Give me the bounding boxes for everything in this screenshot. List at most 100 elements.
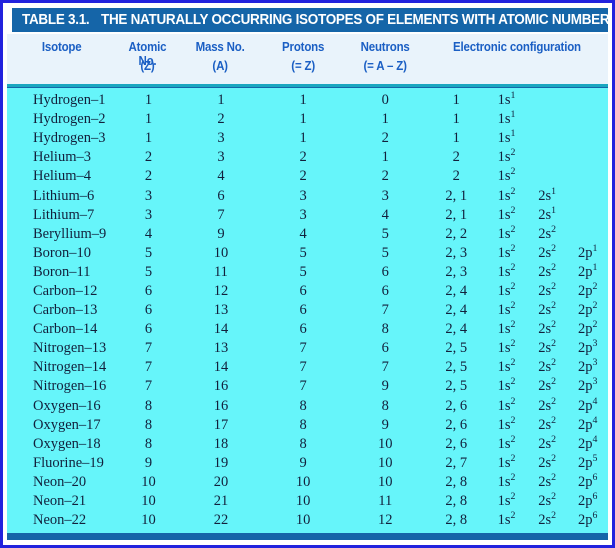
table-row: Lithium–6 3 6 3 3 2, 1 1s2 2s1 <box>7 186 608 205</box>
cell-atomic-no: 7 <box>144 359 153 376</box>
cell-protons: 2 <box>299 149 307 166</box>
cell-orbital-2: 2s2 <box>538 281 557 299</box>
cell-orbital-2: 2s2 <box>538 376 557 395</box>
superscript: 2 <box>510 472 516 484</box>
cell-neutrons: 6 <box>381 263 389 280</box>
cell-atomic-no: 9 <box>144 454 153 471</box>
cell-orbital-2: 2s2 <box>538 414 557 433</box>
cell-orbital-1: 1s2 <box>497 414 516 433</box>
cell-orbital-1: 1s2 <box>497 166 516 185</box>
superscript: 2 <box>551 491 557 503</box>
cell-protons: 9 <box>299 454 307 471</box>
cell-neutrons: 11 <box>378 493 393 510</box>
superscript: 2 <box>510 433 516 445</box>
cell-mass-no: 3 <box>217 130 225 147</box>
cell-mass-no: 13 <box>213 302 229 319</box>
cell-orbital-1: 1s2 <box>497 242 516 261</box>
cell-atomic-no: 1 <box>144 92 153 109</box>
cell-isotope: Oxygen–16 <box>33 397 101 414</box>
cell-mass-no: 2 <box>217 111 225 128</box>
cell-orbital-3: 2p2 <box>578 319 598 338</box>
cell-orbital-3: 2p4 <box>578 395 598 414</box>
superscript: 2 <box>510 414 516 426</box>
superscript: 2 <box>510 395 516 407</box>
table-row: Oxygen–18 8 18 8 10 2, 6 1s2 2s2 2p4 <box>7 433 608 454</box>
cell-neutrons: 9 <box>381 378 389 395</box>
cell-shell-distribution: 2, 8 <box>445 512 468 529</box>
cell-atomic-no: 3 <box>144 206 153 223</box>
cell-isotope: Lithium–7 <box>33 206 95 223</box>
cell-isotope: Neon–20 <box>33 473 87 490</box>
cell-protons: 3 <box>299 206 307 223</box>
cell-isotope: Neon–21 <box>33 493 87 510</box>
superscript: 4 <box>592 433 598 445</box>
cell-protons: 5 <box>299 244 307 261</box>
cell-shell-distribution: 2, 3 <box>445 263 468 280</box>
cell-shell-distribution: 2, 6 <box>445 416 468 433</box>
cell-mass-no: 9 <box>217 225 225 242</box>
superscript: 2 <box>551 414 557 426</box>
cell-isotope: Helium–4 <box>33 168 91 185</box>
superscript: 2 <box>551 281 557 293</box>
superscript: 2 <box>510 300 516 312</box>
cell-orbital-1: 1s2 <box>497 453 516 471</box>
superscript: 1 <box>510 90 516 102</box>
superscript: 6 <box>592 491 598 503</box>
cell-neutrons: 8 <box>381 321 389 338</box>
cell-isotope: Oxygen–17 <box>33 416 101 433</box>
cell-orbital-1: 1s2 <box>497 300 516 319</box>
cell-isotope: Hydrogen–3 <box>33 130 106 147</box>
cell-mass-no: 1 <box>217 92 225 109</box>
cell-mass-no: 18 <box>213 435 229 452</box>
cell-shell-distribution: 1 <box>452 111 460 128</box>
cell-isotope: Oxygen–18 <box>33 435 101 452</box>
cell-mass-no: 12 <box>213 282 229 299</box>
superscript: 2 <box>551 338 557 350</box>
cell-protons: 8 <box>299 416 307 433</box>
table-row: Nitrogen–16 7 16 7 9 2, 5 1s2 2s2 2p3 <box>7 377 608 396</box>
cell-neutrons: 8 <box>381 397 389 414</box>
cell-shell-distribution: 2 <box>452 168 460 185</box>
cell-mass-no: 16 <box>213 378 229 395</box>
superscript: 5 <box>592 453 598 464</box>
cell-atomic-no: 7 <box>144 378 153 395</box>
cell-shell-distribution: 2, 5 <box>445 378 468 395</box>
cell-shell-distribution: 2, 4 <box>445 282 468 299</box>
cell-orbital-1: 1s2 <box>497 281 516 299</box>
cell-isotope: Beryllium–9 <box>33 225 107 242</box>
cell-isotope: Lithium–6 <box>33 187 95 204</box>
cell-atomic-no: 5 <box>144 244 153 261</box>
cell-mass-no: 17 <box>213 416 229 433</box>
superscript: 2 <box>510 357 516 369</box>
cell-isotope: Helium–3 <box>33 149 91 166</box>
superscript: 2 <box>510 204 516 216</box>
cell-protons: 7 <box>299 340 307 357</box>
cell-mass-no: 4 <box>217 168 225 185</box>
table-title-text: THE NATURALLY OCCURRING ISOTOPES OF ELEM… <box>101 12 608 28</box>
cell-orbital-1: 1s2 <box>497 433 516 452</box>
cell-neutrons: 5 <box>381 225 389 242</box>
cell-shell-distribution: 2, 1 <box>445 187 468 204</box>
cell-shell-distribution: 1 <box>452 92 460 109</box>
superscript: 2 <box>510 453 516 464</box>
cell-shell-distribution: 2, 7 <box>445 454 468 471</box>
column-subheader-atomic-no: (Z) <box>140 59 155 73</box>
cell-mass-no: 14 <box>213 359 229 376</box>
cell-shell-distribution: 2, 3 <box>445 244 468 261</box>
table-row: Neon–21 10 21 10 11 2, 8 1s2 2s2 2p6 <box>7 492 608 511</box>
cell-isotope: Nitrogen–14 <box>33 359 107 376</box>
superscript: 1 <box>551 204 557 216</box>
cell-atomic-no: 2 <box>144 149 153 166</box>
cell-shell-distribution: 2, 8 <box>445 473 468 490</box>
superscript: 2 <box>592 319 598 331</box>
superscript: 3 <box>592 357 598 369</box>
superscript: 2 <box>510 281 516 293</box>
superscript: 6 <box>592 510 598 522</box>
cell-mass-no: 22 <box>213 512 229 529</box>
cell-neutrons: 5 <box>381 244 389 261</box>
table-row: Hydrogen–1 1 1 1 0 1 1s1 <box>7 91 608 110</box>
table-row: Carbon–14 6 14 6 8 2, 4 1s2 2s2 2p2 <box>7 320 608 339</box>
cell-mass-no: 10 <box>213 244 229 261</box>
table-row: Helium–3 2 3 2 1 2 1s2 <box>7 148 608 167</box>
cell-protons: 6 <box>299 321 307 338</box>
